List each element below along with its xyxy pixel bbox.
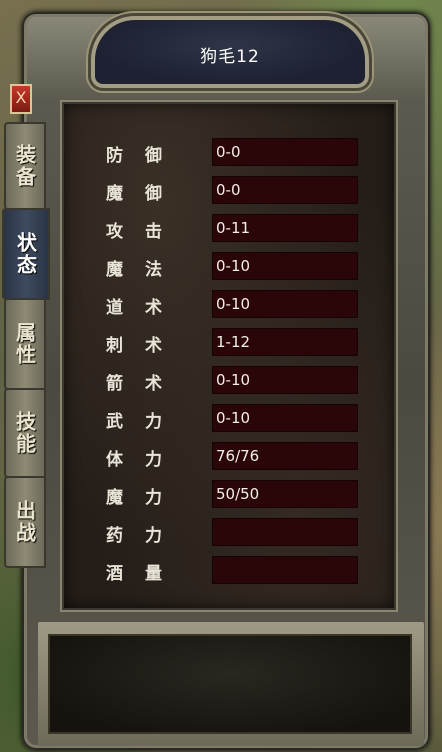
close-button[interactable]: X bbox=[10, 84, 32, 114]
stat-label: 药力 bbox=[106, 526, 184, 546]
stat-row-hp: 体力 76/76 bbox=[60, 441, 398, 471]
character-name: 狗毛12 bbox=[200, 47, 260, 67]
stat-row-magic: 魔法 0-10 bbox=[60, 251, 398, 281]
stat-label: 魔御 bbox=[106, 184, 184, 204]
stat-value: 0-10 bbox=[212, 366, 358, 394]
stat-label: 道术 bbox=[106, 298, 184, 318]
stat-label: 武力 bbox=[106, 412, 184, 432]
stat-label: 箭术 bbox=[106, 374, 184, 394]
stat-label: 酒量 bbox=[106, 564, 184, 584]
stat-row-attack: 攻击 0-11 bbox=[60, 213, 398, 243]
tab-attributes[interactable]: 属性 bbox=[4, 298, 46, 390]
stat-value: 0-10 bbox=[212, 290, 358, 318]
stat-row-martial: 武力 0-10 bbox=[60, 403, 398, 433]
stat-value: 0-10 bbox=[212, 252, 358, 280]
stat-value bbox=[212, 556, 358, 584]
tab-battle[interactable]: 出战 bbox=[4, 476, 46, 568]
stat-label: 魔法 bbox=[106, 260, 184, 280]
stat-row-magic-defense: 魔御 0-0 bbox=[60, 175, 398, 205]
stat-label: 防御 bbox=[106, 146, 184, 166]
tab-skills[interactable]: 技能 bbox=[4, 388, 46, 478]
info-box bbox=[48, 634, 412, 734]
stat-value: 0-10 bbox=[212, 404, 358, 432]
stat-row-taoism: 道术 0-10 bbox=[60, 289, 398, 319]
stat-value: 0-0 bbox=[212, 176, 358, 204]
stat-label: 体力 bbox=[106, 450, 184, 470]
stat-row-mp: 魔力 50/50 bbox=[60, 479, 398, 509]
stat-label: 魔力 bbox=[106, 488, 184, 508]
tab-status[interactable]: 状态 bbox=[2, 208, 50, 300]
stat-value: 1-12 bbox=[212, 328, 358, 356]
stat-value: 0-0 bbox=[212, 138, 358, 166]
stat-row-potion: 药力 bbox=[60, 517, 398, 547]
stat-label: 刺术 bbox=[106, 336, 184, 356]
stat-row-defense: 防御 0-0 bbox=[60, 137, 398, 167]
stat-row-archery: 箭术 0-10 bbox=[60, 365, 398, 395]
stat-row-assassin: 刺术 1-12 bbox=[60, 327, 398, 357]
stat-value: 50/50 bbox=[212, 480, 358, 508]
stat-value bbox=[212, 518, 358, 546]
stats-panel: 防御 0-0 魔御 0-0 攻击 0-11 魔法 0-10 道术 0-10 刺术… bbox=[60, 100, 398, 612]
stat-value: 76/76 bbox=[212, 442, 358, 470]
tab-equipment[interactable]: 装备 bbox=[4, 122, 46, 210]
stat-row-alcohol: 酒量 bbox=[60, 555, 398, 585]
stat-label: 攻击 bbox=[106, 222, 184, 242]
stat-value: 0-11 bbox=[212, 214, 358, 242]
